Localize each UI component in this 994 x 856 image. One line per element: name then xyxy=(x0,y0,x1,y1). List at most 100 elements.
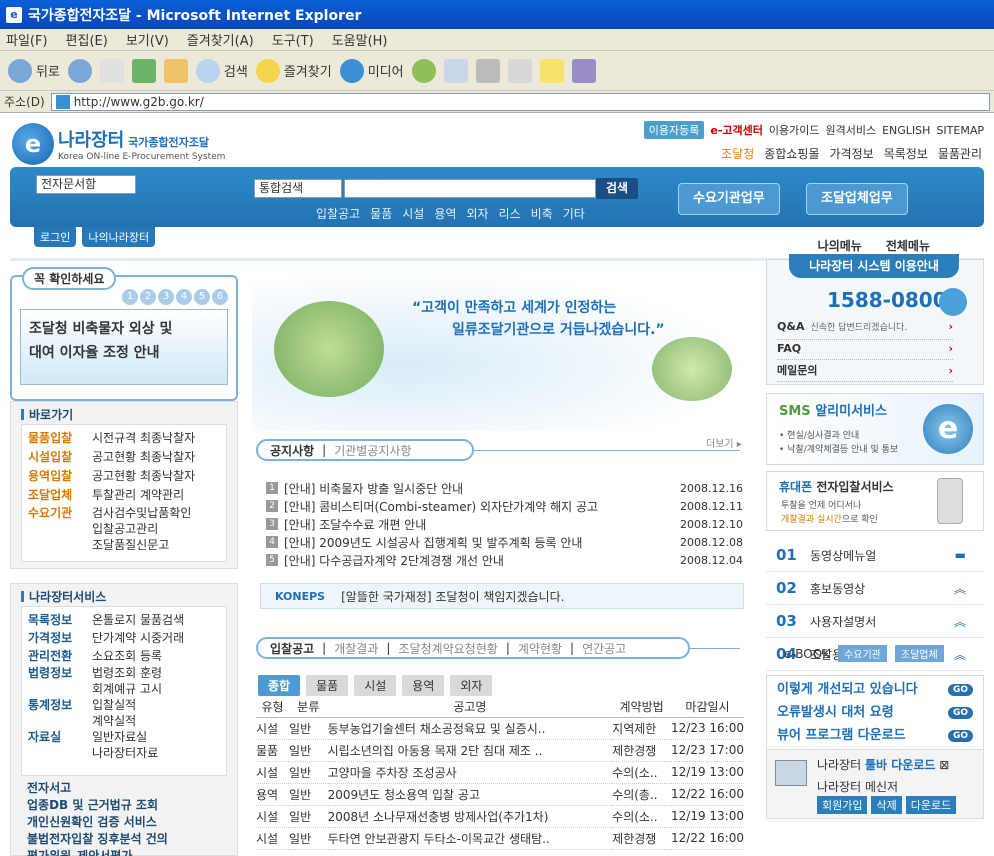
mail-icon[interactable] xyxy=(443,58,468,83)
bullet-link[interactable]: 불법전자입찰 징후분석 건의 xyxy=(21,831,168,848)
tab-annual-notice[interactable]: 연간공고 xyxy=(582,640,626,657)
list-item[interactable]: 1 [안내] 비축물자 방출 일시중단 안내 2008.12.16 xyxy=(266,479,743,497)
notice-more-link[interactable]: 더보기 ▸ xyxy=(706,435,742,450)
subtab-goods[interactable]: 물품 xyxy=(306,675,349,696)
list-item[interactable]: 4 [안내] 2009년도 시설공사 집행계획 및 발주계획 등록 안내 2008.… xyxy=(266,533,743,551)
document-select[interactable]: 전자문서함 xyxy=(36,175,136,194)
faq-link[interactable]: FAQ xyxy=(777,338,953,360)
bullet-link[interactable]: 업종DB 및 근거법규 조회 xyxy=(21,797,168,814)
menu-edit[interactable]: 편집(E) xyxy=(66,30,108,49)
link-improvements[interactable]: 이렇게 개선되고 있습니다 GO xyxy=(777,678,973,701)
list-item[interactable]: 관리전환 소요조회 등록 xyxy=(22,647,226,665)
page-3[interactable]: 3 xyxy=(158,289,174,305)
list-item[interactable]: 시설입찰 공고현황 최종낙찰자 xyxy=(22,448,226,467)
table-row[interactable]: 시설 일반 고양마을 주차장 조성공사 수의(소.. 12/19 13:00 xyxy=(256,761,744,784)
subtab-facility[interactable]: 시설 xyxy=(354,675,397,696)
home-icon[interactable] xyxy=(163,58,188,83)
link-price[interactable]: 가격정보 xyxy=(829,145,873,162)
messenger-icon[interactable] xyxy=(571,58,596,83)
list-item[interactable]: 수요기관 검사검수및납품확인 xyxy=(22,505,226,521)
history-icon[interactable] xyxy=(411,58,436,83)
quick-service[interactable]: 용역 xyxy=(434,205,456,222)
back-button[interactable]: 뒤로 xyxy=(8,58,60,83)
page-1[interactable]: 1 xyxy=(122,289,138,305)
login-tab[interactable]: 로그인 xyxy=(34,227,77,247)
tab-notice[interactable]: 공지사항 xyxy=(270,442,314,459)
table-row[interactable]: 용역 일반 2009년도 청소용역 입찰 공고 수의(총.. 12/22 16:00 xyxy=(256,783,744,806)
menu-favorites[interactable]: 즐겨찾기(A) xyxy=(187,30,254,49)
print-icon[interactable] xyxy=(475,58,500,83)
bullet-link[interactable]: 평가위원_제안서평가 xyxy=(21,848,168,856)
list-item[interactable]: 03 사용자설명서 ︽ xyxy=(766,605,984,638)
search-input[interactable] xyxy=(344,179,596,198)
remote-link[interactable]: 원격서비스 xyxy=(826,122,877,138)
menu-help[interactable]: 도움말(H) xyxy=(332,30,388,49)
buyer-work-button[interactable]: 수요기관업무 xyxy=(678,183,780,215)
list-item[interactable]: 가격정보 단가계약 시중거래 xyxy=(22,629,226,647)
tab-bid-notice[interactable]: 입찰공고 xyxy=(270,640,314,657)
subtab-foreign[interactable]: 외자 xyxy=(450,675,493,696)
register-link[interactable]: 이용자등록 xyxy=(643,121,705,139)
sitemap-link[interactable]: SITEMAP xyxy=(936,124,984,137)
download-button[interactable]: 다운로드 xyxy=(905,796,957,814)
delete-button[interactable]: 삭제 xyxy=(871,796,902,814)
site-logo[interactable]: e 나라장터 국가종합전자조달 Korea ON-line E-Procurem… xyxy=(12,123,225,165)
edit-icon[interactable] xyxy=(507,58,532,83)
quick-facility[interactable]: 시설 xyxy=(402,205,424,222)
link-viewer-download[interactable]: 뷰어 프로그램 다운로드 GO xyxy=(777,724,973,747)
guide-link[interactable]: 이용가이드 xyxy=(769,122,820,138)
notice-banner[interactable]: 조달청 비축물자 외상 및 대여 이자율 조정 안내 xyxy=(20,309,228,385)
menu-file[interactable]: 파일(F) xyxy=(6,30,48,49)
link-error-guide[interactable]: 오류발생시 대처 요령 GO xyxy=(777,701,973,724)
close-icon[interactable]: ⊠ xyxy=(939,758,949,772)
table-row[interactable]: 시설 일반 2008년 소나무재선충병 방제사업(추가1차) 수의(소.. 12/19 … xyxy=(256,805,744,828)
list-item[interactable]: 입찰공고관리 xyxy=(22,521,226,537)
my-narajangteo-tab[interactable]: 나의나라장터 xyxy=(82,227,156,247)
favorites-button[interactable]: 즐겨찾기 xyxy=(255,58,332,83)
list-item[interactable]: 통계정보 입찰실적 xyxy=(22,697,226,713)
list-item[interactable]: 나라장터자료 xyxy=(22,745,226,761)
list-item[interactable]: 02 홍보동영상 ︽ xyxy=(766,572,984,605)
address-input[interactable]: http://www.g2b.go.kr/ xyxy=(50,92,990,111)
search-submit-button[interactable]: 검색 xyxy=(596,178,638,199)
list-item[interactable]: 5 [안내] 다수공급자계약 2단계경쟁 개선 안내 2008.12.04 xyxy=(266,551,743,569)
quick-foreign[interactable]: 외자 xyxy=(466,205,488,222)
ecenter-link[interactable]: e-고객센터 xyxy=(710,122,763,138)
all-menu-button[interactable]: 전체메뉴 xyxy=(886,237,930,254)
my-menu-button[interactable]: 나의메뉴 xyxy=(818,237,862,254)
list-item[interactable]: 자료실 일반자료실 xyxy=(22,729,226,745)
menu-tools[interactable]: 도구(T) xyxy=(272,30,314,49)
list-item[interactable]: 조달업체 투찰관리 계약관리 xyxy=(22,486,226,505)
quick-goods[interactable]: 물품 xyxy=(370,205,392,222)
list-item[interactable]: 2 [안내] 콤비스티머(Combi-steamer) 외자단가계약 해지 공고 2… xyxy=(266,497,743,515)
list-item[interactable]: 01 동영상메뉴얼 ▬ xyxy=(766,539,984,572)
ebook-supplier-button[interactable]: 조달업체 xyxy=(894,645,944,662)
table-row[interactable]: 시설 일반 두타연 안보관광지 두타소-이목교간 생태탐.. 제한경쟁 12/22 16… xyxy=(256,827,744,850)
refresh-icon[interactable] xyxy=(131,58,156,83)
link-shopping[interactable]: 종합쇼핑몰 xyxy=(764,145,819,162)
toolbar-download-text[interactable]: 나라장터 툴바 다운로드 ⊠ xyxy=(817,756,949,773)
mobile-bid-banner[interactable]: 휴대폰 전자입찰서비스 투찰을 언제 어디서나 개찰결과 실시간으로 확인 xyxy=(766,471,984,531)
stop-icon[interactable] xyxy=(99,58,124,83)
media-button[interactable]: 미디어 xyxy=(339,58,404,83)
page-6[interactable]: 6 xyxy=(212,289,228,305)
koneps-banner[interactable]: KONEPS [알뜰한 국가재정] 조달청이 책임지겠습니다. xyxy=(260,583,744,609)
tab-agency-notice[interactable]: 기관별공지사항 xyxy=(334,442,411,459)
mail-inquiry-link[interactable]: 메일문의 xyxy=(777,360,953,382)
quick-etc[interactable]: 기타 xyxy=(563,205,585,222)
sms-service-banner[interactable]: SMS 알리미서비스 • 현실/심사결과 안내 • 낙찰/계약체결등 안내 및 … xyxy=(766,393,984,465)
link-catalog[interactable]: 목록정보 xyxy=(884,145,928,162)
search-button[interactable]: 검색 xyxy=(195,58,248,83)
page-4[interactable]: 4 xyxy=(176,289,192,305)
signup-button[interactable]: 회원가입 xyxy=(817,796,868,814)
quick-lease[interactable]: 리스 xyxy=(499,205,521,222)
subtab-service[interactable]: 용역 xyxy=(402,675,445,696)
qa-link[interactable]: Q&A 신속한 답변드리겠습니다. xyxy=(777,316,953,340)
menu-view[interactable]: 보기(V) xyxy=(126,30,169,49)
subtab-all[interactable]: 종합 xyxy=(258,675,301,696)
link-pps[interactable]: 조달청 xyxy=(721,145,754,162)
page-2[interactable]: 2 xyxy=(140,289,156,305)
tab-opening-result[interactable]: 개찰결과 xyxy=(334,640,378,657)
quick-bid-notice[interactable]: 입찰공고 xyxy=(316,205,360,222)
link-goods[interactable]: 물품관리 xyxy=(938,145,982,162)
